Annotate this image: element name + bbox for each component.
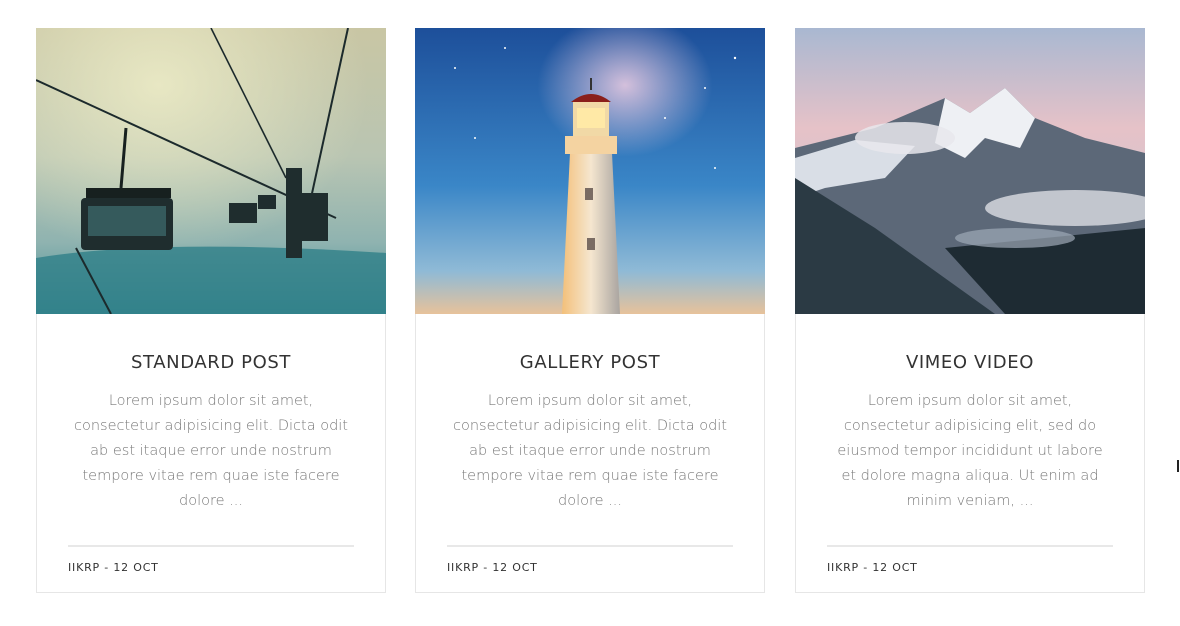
post-title[interactable]: GALLERY POST — [416, 352, 764, 373]
ski-lift-image — [36, 28, 386, 314]
scroll-edge-marker — [1177, 460, 1179, 472]
post-title[interactable]: VIMEO VIDEO — [796, 352, 1144, 373]
post-excerpt: Lorem ipsum dolor sit amet, consectetur … — [837, 393, 1103, 509]
post-excerpt: Lorem ipsum dolor sit amet, consectetur … — [74, 393, 348, 509]
blog-grid: STANDARD POST Lorem ipsum dolor sit amet… — [0, 0, 1180, 626]
divider — [827, 545, 1113, 547]
post-card-standard[interactable]: STANDARD POST Lorem ipsum dolor sit amet… — [36, 28, 386, 593]
post-thumbnail-lighthouse[interactable] — [415, 28, 765, 314]
mountain-image — [795, 28, 1145, 314]
divider — [68, 545, 354, 547]
post-thumbnail-ski-lift[interactable] — [36, 28, 386, 314]
post-title[interactable]: STANDARD POST — [37, 352, 385, 373]
divider — [447, 545, 733, 547]
post-card-gallery[interactable]: GALLERY POST Lorem ipsum dolor sit amet,… — [415, 28, 765, 593]
post-meta: IIKRP - 12 OCT — [447, 561, 538, 574]
post-excerpt: Lorem ipsum dolor sit amet, consectetur … — [453, 393, 727, 509]
lighthouse-image — [415, 28, 765, 314]
post-meta: IIKRP - 12 OCT — [68, 561, 159, 574]
post-thumbnail-mountain[interactable] — [795, 28, 1145, 314]
post-meta: IIKRP - 12 OCT — [827, 561, 918, 574]
post-card-vimeo[interactable]: VIMEO VIDEO Lorem ipsum dolor sit amet, … — [795, 28, 1145, 593]
